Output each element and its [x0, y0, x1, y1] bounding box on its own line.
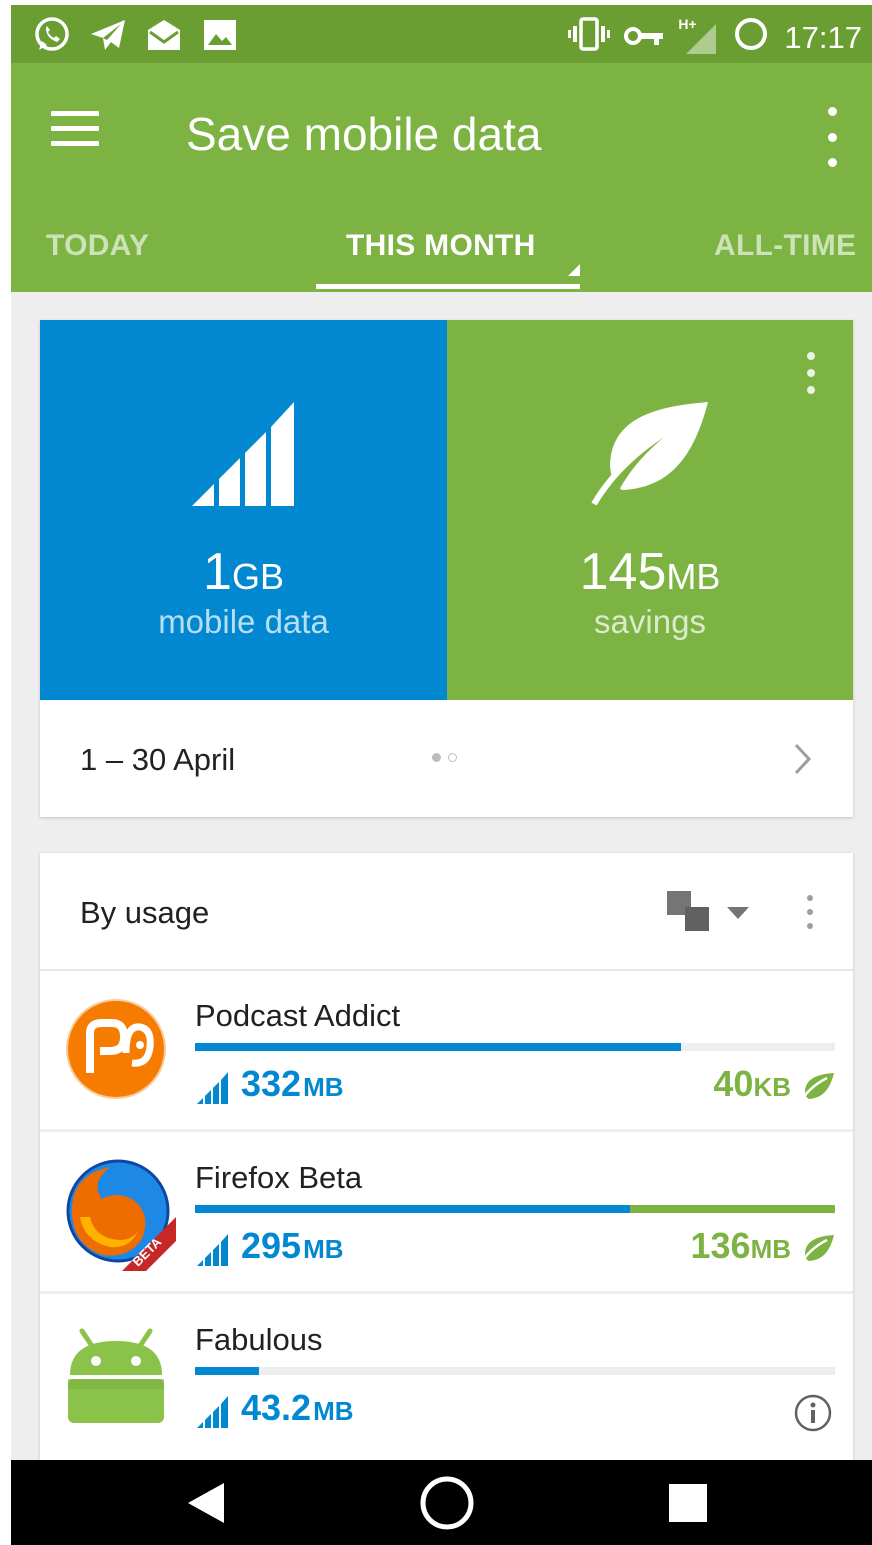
signal-bars-icon: [197, 1234, 228, 1266]
tab-this-month[interactable]: THIS MONTH: [346, 229, 536, 263]
period-row[interactable]: 1 – 30 April: [40, 700, 853, 817]
leaf-icon: [799, 1073, 834, 1104]
recents-square-icon: [669, 1483, 707, 1522]
saved-bar-fill: [630, 1205, 835, 1213]
saved-amount: 40 KB: [713, 1064, 835, 1104]
podcast-addict-icon: [60, 993, 172, 1105]
used-amount: 43.2 MB: [195, 1388, 354, 1428]
used-bar-fill: [195, 1205, 631, 1213]
saved-amount: 136 MB: [690, 1226, 835, 1266]
savings-tile[interactable]: 145MB savings: [447, 320, 853, 700]
usage-title: By usage: [80, 895, 210, 930]
page-title: Save mobile data: [186, 108, 542, 160]
phone-screen: H+ 17:17 Save mobile data TODAY THIS MON…: [11, 5, 872, 1545]
usage-header: By usage: [40, 853, 853, 971]
savings-more-icon[interactable]: [805, 352, 817, 394]
signal-bars-icon: [197, 1396, 228, 1428]
image-icon: [201, 17, 239, 53]
app-name: Firefox Beta: [195, 1160, 363, 1195]
mail-icon: [145, 17, 183, 53]
savings-value: 145MB: [579, 543, 721, 601]
telegram-icon: [89, 17, 127, 53]
tab-dropdown-caret-icon[interactable]: [568, 264, 580, 276]
back-triangle-icon: [188, 1482, 224, 1523]
network-type-label: H+: [678, 16, 697, 32]
period-range: 1 – 30 April: [80, 742, 236, 777]
used-bar-fill: [195, 1367, 259, 1375]
overflow-menu-icon[interactable]: [822, 107, 842, 167]
savings-label: savings: [594, 603, 706, 640]
signal-bars-icon: [191, 400, 296, 511]
chevron-right-icon[interactable]: [793, 742, 813, 781]
vpn-key-icon: [624, 20, 664, 56]
whatsapp-icon: [33, 17, 71, 53]
list-item[interactable]: Podcast Addict 332 MB 40 KB: [40, 971, 853, 1132]
summary-card[interactable]: 1GB mobile data 145MB savings 1 – 30 Apr…: [40, 320, 853, 817]
app-bar: Save mobile data TODAY THIS MONTH ALL-TI…: [11, 63, 872, 292]
recents-button[interactable]: [628, 1460, 748, 1545]
page-indicator: [432, 753, 457, 762]
used-amount: 295 MB: [195, 1226, 344, 1266]
info-icon[interactable]: [793, 1393, 833, 1438]
mobile-data-label: mobile data: [158, 603, 329, 640]
notification-icons: [33, 17, 239, 53]
app-name: Fabulous: [195, 1322, 323, 1357]
list-item[interactable]: BETA Firefox Beta 295 MB 136 MB: [40, 1133, 853, 1294]
hamburger-menu-icon[interactable]: [51, 111, 107, 161]
view-mode-dropdown[interactable]: [665, 889, 755, 935]
tab-all-time[interactable]: ALL-TIME: [714, 229, 856, 263]
mobile-data-tile[interactable]: 1GB mobile data: [40, 320, 447, 700]
home-button[interactable]: [387, 1460, 507, 1545]
firefox-beta-icon: BETA: [60, 1155, 176, 1271]
signal-hplus-icon: H+: [678, 16, 718, 56]
leaf-icon: [799, 1235, 834, 1266]
usage-bar: [195, 1205, 835, 1213]
usage-bar: [195, 1367, 835, 1375]
system-icons: H+ 17:17: [568, 15, 862, 61]
tab-indicator: [316, 284, 580, 289]
used-bar-fill: [195, 1043, 682, 1051]
usage-bar: [195, 1043, 835, 1051]
leaf-icon: [590, 400, 710, 511]
vibrate-icon: [568, 17, 611, 59]
status-bar: H+ 17:17: [11, 5, 872, 63]
used-amount: 332 MB: [195, 1064, 344, 1104]
back-button[interactable]: [146, 1460, 266, 1545]
period-tabs: TODAY THIS MONTH ALL-TIME: [11, 221, 872, 292]
mobile-data-value: 1GB: [203, 543, 284, 601]
status-time: 17:17: [784, 20, 862, 55]
home-circle-icon: [420, 1476, 474, 1529]
battery-charging-icon: [732, 15, 770, 61]
navigation-bar: [11, 1460, 872, 1545]
tab-today[interactable]: TODAY: [46, 229, 149, 263]
android-icon: [60, 1317, 172, 1429]
app-name: Podcast Addict: [195, 998, 401, 1033]
signal-bars-icon: [197, 1072, 228, 1104]
list-item[interactable]: Fabulous 43.2 MB: [40, 1295, 853, 1456]
usage-card: By usage Podcast Addict 332 MB 40 KB BET…: [40, 853, 853, 1473]
usage-more-icon[interactable]: [805, 895, 815, 929]
